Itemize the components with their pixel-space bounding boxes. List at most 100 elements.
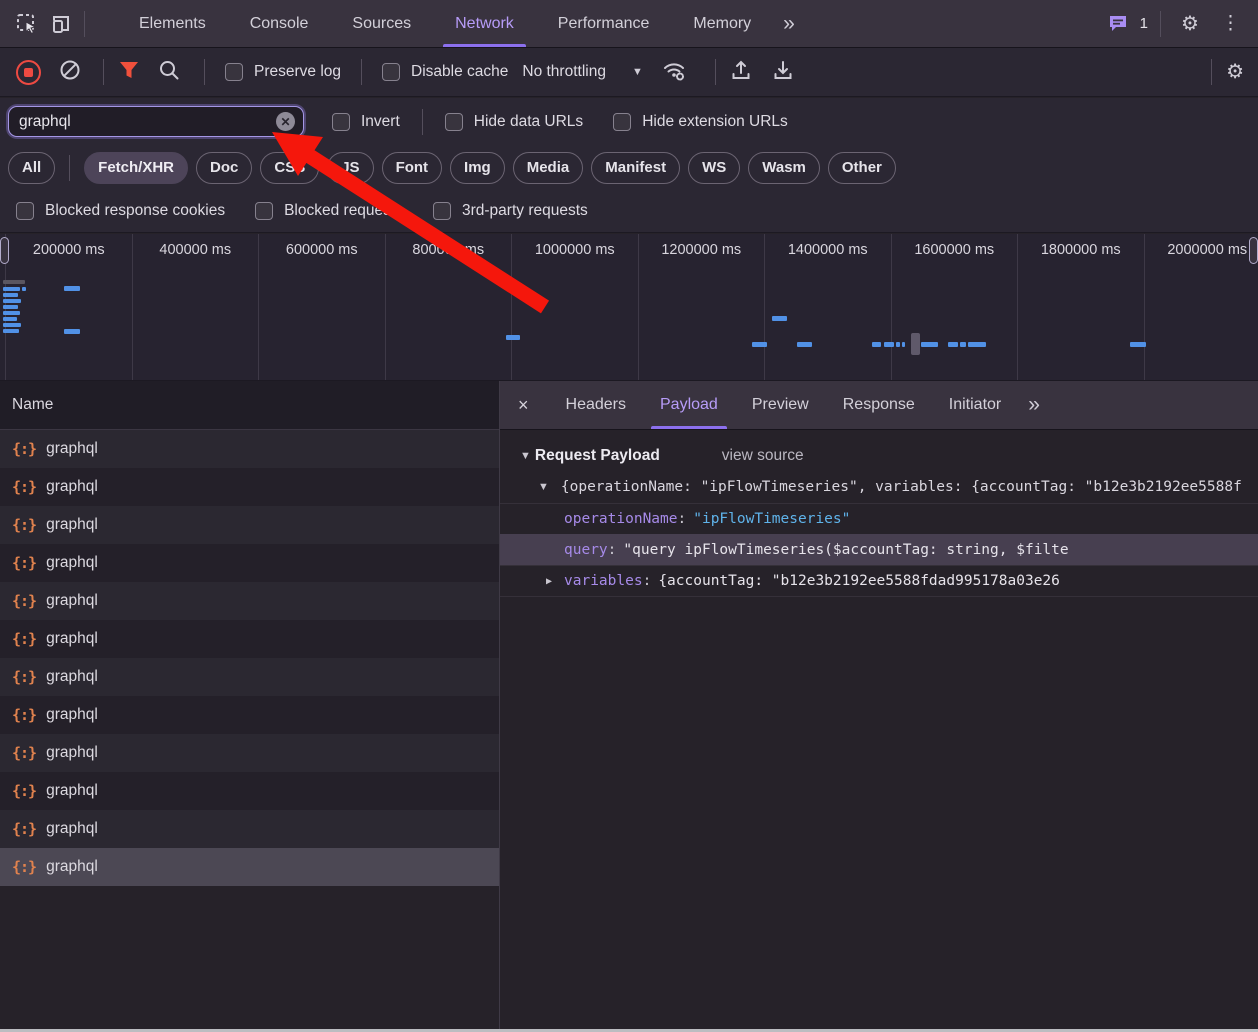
console-messages-icon[interactable] bbox=[1105, 7, 1131, 41]
collapse-triangle-icon[interactable]: ▼ bbox=[520, 450, 531, 462]
hide-data-urls-checkbox[interactable] bbox=[445, 113, 463, 131]
payload-row-variables[interactable]: ▶variables:{accountTag: "b12e3b2192ee558… bbox=[500, 565, 1258, 596]
tab-console[interactable]: Console bbox=[228, 0, 331, 47]
request-row[interactable]: {:}graphql bbox=[0, 506, 499, 544]
json-file-icon: {:} bbox=[12, 630, 36, 648]
chip-js[interactable]: JS bbox=[327, 152, 373, 184]
export-har-icon[interactable] bbox=[772, 59, 806, 86]
invert-checkbox[interactable] bbox=[332, 113, 350, 131]
inspect-element-icon[interactable] bbox=[10, 7, 44, 41]
chip-fetch-xhr[interactable]: Fetch/XHR bbox=[84, 152, 188, 184]
timeline-request-bar bbox=[896, 342, 900, 347]
timeline-request-bar bbox=[772, 316, 787, 321]
payload-row-operationname[interactable]: operationName:"ipFlowTimeseries" bbox=[500, 504, 1258, 534]
blocked-requests-toggle[interactable]: Blocked requests bbox=[255, 202, 403, 220]
timeline-request-bar bbox=[22, 287, 26, 291]
chip-media[interactable]: Media bbox=[513, 152, 584, 184]
blocked-requests-checkbox[interactable] bbox=[255, 202, 273, 220]
network-conditions-icon[interactable] bbox=[661, 59, 701, 86]
detail-tab-initiator[interactable]: Initiator bbox=[932, 381, 1018, 429]
timeline-tick-label: 800000 ms bbox=[412, 242, 484, 380]
request-row[interactable]: {:}graphql bbox=[0, 810, 499, 848]
timeline-request-bar bbox=[3, 311, 20, 315]
3rd-party-requests-label: 3rd-party requests bbox=[462, 202, 588, 220]
payload-row-query[interactable]: query:"query ipFlowTimeseries($accountTa… bbox=[500, 534, 1258, 565]
network-settings-gear-icon[interactable]: ⚙ bbox=[1226, 62, 1244, 82]
name-column-header[interactable]: Name bbox=[0, 381, 499, 430]
tab-sources[interactable]: Sources bbox=[330, 0, 433, 47]
close-details-icon[interactable]: × bbox=[500, 395, 549, 416]
hide-extension-urls-toggle[interactable]: Hide extension URLs bbox=[613, 113, 788, 131]
timeline-selected-marker bbox=[911, 333, 920, 355]
timeline-tick-label: 1600000 ms bbox=[914, 242, 994, 380]
request-row[interactable]: {:}graphql bbox=[0, 696, 499, 734]
throttling-select[interactable]: No throttling ▼ bbox=[522, 63, 642, 81]
chip-wasm[interactable]: Wasm bbox=[748, 152, 820, 184]
more-tabs-icon[interactable]: » bbox=[773, 12, 803, 36]
record-network-log-button[interactable] bbox=[16, 60, 41, 85]
overview-left-handle[interactable] bbox=[0, 237, 9, 264]
chip-manifest[interactable]: Manifest bbox=[591, 152, 680, 184]
3rd-party-requests-checkbox[interactable] bbox=[433, 202, 451, 220]
json-file-icon: {:} bbox=[12, 858, 36, 876]
timeline-request-bar bbox=[64, 329, 80, 334]
request-row[interactable]: {:}graphql bbox=[0, 734, 499, 772]
timeline-request-bar bbox=[3, 305, 18, 309]
request-row[interactable]: {:}graphql bbox=[0, 620, 499, 658]
clear-filter-icon[interactable]: ✕ bbox=[276, 112, 295, 131]
device-toolbar-icon[interactable] bbox=[44, 7, 78, 41]
expand-triangle-icon[interactable]: ▶ bbox=[546, 576, 552, 587]
import-har-icon[interactable] bbox=[730, 59, 764, 86]
chip-doc[interactable]: Doc bbox=[196, 152, 252, 184]
request-row[interactable]: {:}graphql bbox=[0, 582, 499, 620]
clear-network-log-icon[interactable] bbox=[59, 59, 89, 86]
tab-memory[interactable]: Memory bbox=[671, 0, 773, 47]
chip-other[interactable]: Other bbox=[828, 152, 896, 184]
search-icon[interactable] bbox=[158, 59, 190, 86]
settings-gear-icon[interactable]: ⚙ bbox=[1173, 7, 1207, 41]
chip-css[interactable]: CSS bbox=[260, 152, 319, 184]
timeline-column: 200000 ms bbox=[5, 234, 132, 380]
disable-cache-toggle[interactable]: Disable cache bbox=[382, 63, 508, 81]
tab-network[interactable]: Network bbox=[433, 0, 536, 47]
request-row[interactable]: {:}graphql bbox=[0, 848, 499, 886]
tab-elements[interactable]: Elements bbox=[117, 0, 228, 47]
chip-ws[interactable]: WS bbox=[688, 152, 740, 184]
chip-all[interactable]: All bbox=[8, 152, 55, 184]
filter-input[interactable] bbox=[17, 112, 276, 132]
preserve-log-toggle[interactable]: Preserve log bbox=[225, 63, 341, 81]
blocked-response-cookies-toggle[interactable]: Blocked response cookies bbox=[16, 202, 225, 220]
disable-cache-checkbox[interactable] bbox=[382, 63, 400, 81]
request-row[interactable]: {:}graphql bbox=[0, 430, 499, 468]
hide-extension-urls-checkbox[interactable] bbox=[613, 113, 631, 131]
detail-tab-preview[interactable]: Preview bbox=[735, 381, 826, 429]
request-row[interactable]: {:}graphql bbox=[0, 772, 499, 810]
json-file-icon: {:} bbox=[12, 820, 36, 838]
request-name: graphql bbox=[46, 516, 98, 534]
payload-colon: : bbox=[643, 573, 652, 589]
payload-colon: : bbox=[678, 511, 687, 527]
request-row[interactable]: {:}graphql bbox=[0, 468, 499, 506]
invert-toggle[interactable]: Invert bbox=[332, 113, 400, 131]
overview-right-handle[interactable] bbox=[1249, 237, 1258, 264]
detail-tab-payload[interactable]: Payload bbox=[643, 381, 735, 429]
preserve-log-checkbox[interactable] bbox=[225, 63, 243, 81]
hide-data-urls-toggle[interactable]: Hide data URLs bbox=[445, 113, 583, 131]
chip-img[interactable]: Img bbox=[450, 152, 505, 184]
3rd-party-requests-toggle[interactable]: 3rd-party requests bbox=[433, 202, 588, 220]
chip-font[interactable]: Font bbox=[382, 152, 442, 184]
filter-icon[interactable] bbox=[118, 60, 150, 85]
timeline-request-bar bbox=[3, 317, 17, 321]
detail-tab-response[interactable]: Response bbox=[826, 381, 932, 429]
tab-performance[interactable]: Performance bbox=[536, 0, 672, 47]
more-detail-tabs-icon[interactable]: » bbox=[1018, 393, 1048, 417]
request-row[interactable]: {:}graphql bbox=[0, 658, 499, 696]
network-overview-timeline[interactable]: 200000 ms400000 ms600000 ms800000 ms1000… bbox=[0, 234, 1258, 381]
kebab-menu-icon[interactable]: ⋮ bbox=[1213, 12, 1248, 35]
request-row[interactable]: {:}graphql bbox=[0, 544, 499, 582]
view-source-link[interactable]: view source bbox=[722, 447, 804, 465]
blocked-response-cookies-checkbox[interactable] bbox=[16, 202, 34, 220]
detail-tab-headers[interactable]: Headers bbox=[549, 381, 643, 429]
timeline-request-bar bbox=[948, 342, 958, 347]
collapse-triangle-icon[interactable]: ▼ bbox=[538, 481, 549, 493]
